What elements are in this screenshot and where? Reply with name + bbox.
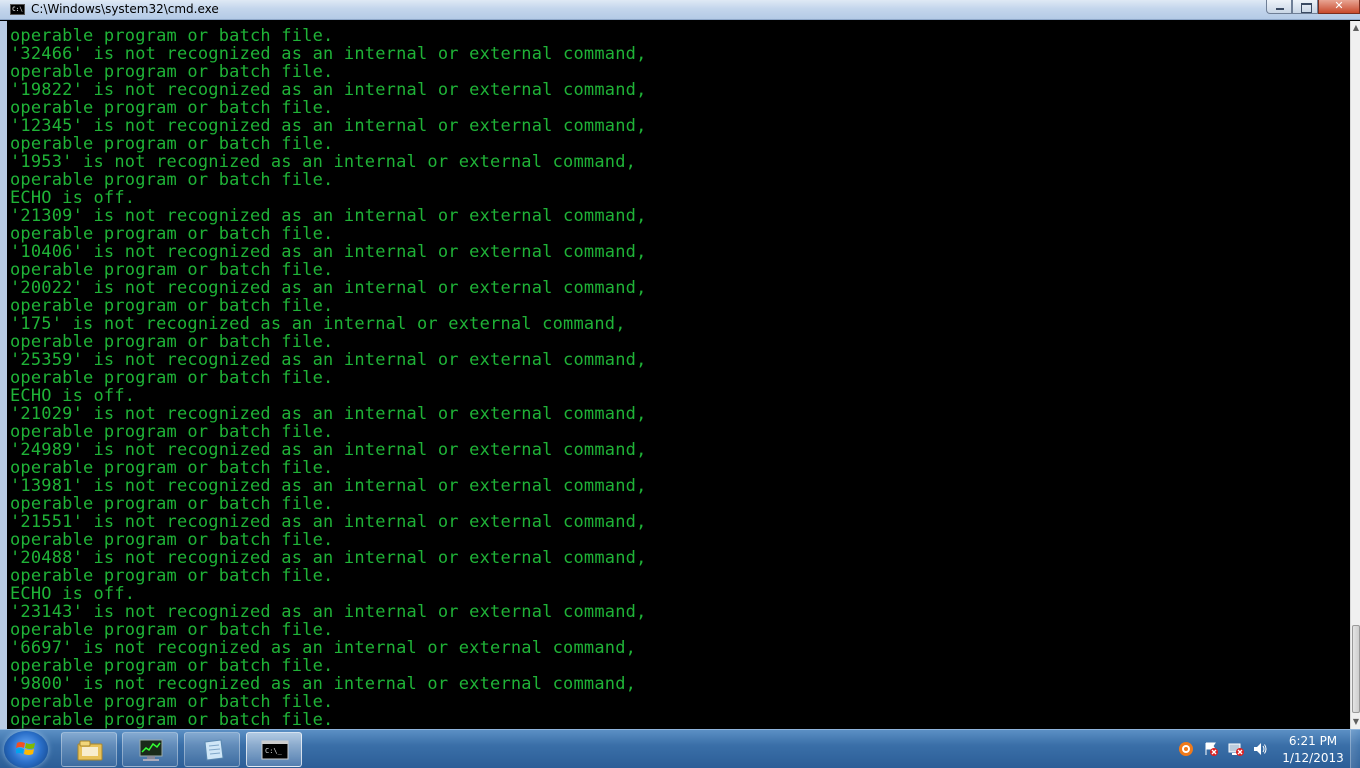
- console-line: operable program or batch file.: [10, 224, 334, 244]
- network-icon[interactable]: [1228, 741, 1244, 757]
- console-line: operable program or batch file.: [10, 170, 334, 190]
- taskbar-notepad-button[interactable]: [184, 732, 240, 767]
- console-line: '21551' is not recognized as an internal…: [10, 512, 647, 532]
- console-line: ECHO is off.: [10, 584, 136, 604]
- cmd-window-icon[interactable]: C:\: [10, 4, 25, 15]
- console-line: '21029' is not recognized as an internal…: [10, 404, 647, 424]
- console-line: ECHO is off.: [10, 386, 136, 406]
- show-desktop-button[interactable]: [1350, 730, 1360, 768]
- console-output[interactable]: operable program or batch file. '32466' i…: [0, 21, 1350, 729]
- console-line: '32466' is not recognized as an internal…: [10, 44, 647, 64]
- clock-time[interactable]: 6:21 PM: [1282, 734, 1344, 748]
- action-center-icon[interactable]: [1203, 741, 1219, 757]
- window-title: C:\Windows\system32\cmd.exe: [31, 2, 219, 16]
- vertical-scrollbar[interactable]: ▲ ▼: [1350, 21, 1360, 729]
- console-line: operable program or batch file.: [10, 368, 334, 388]
- cmd-icon: C:\_: [261, 740, 289, 760]
- console-line: operable program or batch file.: [10, 710, 334, 729]
- volume-icon[interactable]: [1252, 741, 1268, 757]
- console-line: operable program or batch file.: [10, 458, 334, 478]
- svg-text:C:\_: C:\_: [265, 747, 283, 755]
- console-line: '20022' is not recognized as an internal…: [10, 278, 647, 298]
- minimize-button[interactable]: [1266, 0, 1292, 14]
- console-line: ECHO is off.: [10, 188, 136, 208]
- console-line: '24989' is not recognized as an internal…: [10, 440, 647, 460]
- console-line: operable program or batch file.: [10, 134, 334, 154]
- close-button[interactable]: [1318, 0, 1360, 14]
- console-line: operable program or batch file.: [10, 566, 334, 586]
- console-line: '21309' is not recognized as an internal…: [10, 206, 647, 226]
- scroll-thumb[interactable]: [1352, 625, 1360, 713]
- antivirus-icon[interactable]: [1178, 741, 1194, 757]
- console-text: operable program or batch file. '32466' i…: [10, 27, 647, 729]
- console-line: operable program or batch file.: [10, 98, 334, 118]
- console-line: '23143' is not recognized as an internal…: [10, 602, 647, 622]
- windows-logo-icon: [16, 742, 35, 755]
- console-line: operable program or batch file.: [10, 530, 334, 550]
- scroll-down-button[interactable]: ▼: [1351, 715, 1360, 729]
- console-line: '6697' is not recognized as an internal …: [10, 638, 637, 658]
- task-manager-icon: [139, 739, 163, 761]
- console-line: operable program or batch file.: [10, 332, 334, 352]
- console-line: '175' is not recognized as an internal o…: [10, 314, 626, 334]
- console-line: '12345' is not recognized as an internal…: [10, 116, 647, 136]
- title-bar[interactable]: C:\ C:\Windows\system32\cmd.exe: [0, 0, 1360, 20]
- console-line: operable program or batch file.: [10, 494, 334, 514]
- clock-date[interactable]: 1/12/2013: [1278, 751, 1348, 765]
- console-line: '25359' is not recognized as an internal…: [10, 350, 647, 370]
- taskbar-cmd-button[interactable]: C:\_: [246, 732, 302, 767]
- console-line: operable program or batch file.: [10, 62, 334, 82]
- console-line: '20488' is not recognized as an internal…: [10, 548, 647, 568]
- console-line: '19822' is not recognized as an internal…: [10, 80, 647, 100]
- console-line: operable program or batch file.: [10, 26, 334, 46]
- console-line: operable program or batch file.: [10, 656, 334, 676]
- console-line: '10406' is not recognized as an internal…: [10, 242, 647, 262]
- folder-icon: [77, 740, 103, 761]
- notepad-icon: [204, 739, 224, 761]
- taskbar-explorer-button[interactable]: [61, 732, 117, 767]
- maximize-button[interactable]: [1292, 0, 1318, 14]
- console-line: operable program or batch file.: [10, 422, 334, 442]
- console-line: '1953' is not recognized as an internal …: [10, 152, 637, 172]
- console-line: operable program or batch file.: [10, 620, 334, 640]
- scroll-up-button[interactable]: ▲: [1351, 21, 1360, 35]
- taskbar: C:\_ 6:21 PM 1/12/2013: [0, 729, 1360, 768]
- console-line: '13981' is not recognized as an internal…: [10, 476, 647, 496]
- console-line: '9800' is not recognized as an internal …: [10, 674, 637, 694]
- console-line: operable program or batch file.: [10, 260, 334, 280]
- taskbar-task-manager-button[interactable]: [122, 732, 178, 767]
- start-button[interactable]: [4, 731, 48, 768]
- console-line: operable program or batch file.: [10, 296, 334, 316]
- console-line: operable program or batch file.: [10, 692, 334, 712]
